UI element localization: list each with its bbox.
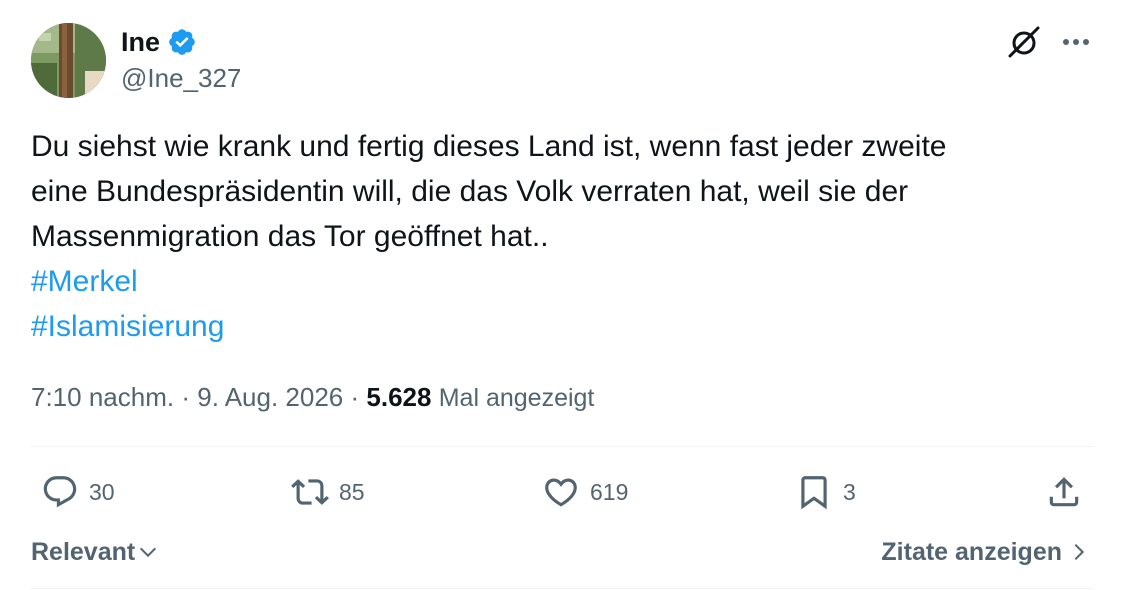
share-icon (1049, 477, 1079, 507)
meta-separator: · (181, 382, 190, 412)
views-count: 5.628 (366, 382, 432, 412)
view-quotes-link[interactable]: Zitate anzeigen (881, 534, 1090, 570)
bookmark-count: 3 (843, 479, 856, 505)
sort-dropdown[interactable]: Relevant (31, 534, 159, 570)
divider (31, 446, 1093, 447)
tweet-text-line: eine Bundespräsidentin will, die das Vol… (31, 175, 909, 208)
repost-button[interactable]: 85 (291, 472, 365, 512)
verified-badge-icon (167, 27, 197, 57)
repost-icon (291, 479, 329, 505)
hashtag-link-merkel[interactable]: #Merkel (31, 265, 138, 298)
sort-label: Relevant (31, 538, 136, 566)
tweet-date[interactable]: 9. Aug. 2026 (197, 382, 343, 412)
views-label: Mal angezeigt (438, 384, 595, 412)
hashtag-link-islamisierung[interactable]: #Islamisierung (31, 310, 224, 343)
tweet-meta: 7:10 nachm. · 9. Aug. 2026 · 5.628 Mal a… (31, 379, 594, 416)
bookmark-button[interactable]: 3 (795, 472, 856, 512)
heart-icon (545, 478, 577, 507)
avatar-image (31, 23, 106, 98)
avatar[interactable] (31, 23, 106, 98)
reply-icon (43, 476, 77, 508)
more-options-icon[interactable] (1058, 24, 1094, 60)
author-name-row: Ine (121, 24, 197, 60)
grok-icon[interactable] (1005, 23, 1043, 61)
bookmark-icon (801, 476, 827, 510)
chevron-down-icon (140, 547, 157, 558)
view-quotes-label: Zitate anzeigen (881, 538, 1062, 566)
share-button[interactable] (1045, 472, 1083, 512)
divider (31, 588, 1093, 589)
tweet-text: Du siehst wie krank und fertig dieses La… (31, 124, 1091, 349)
like-count: 619 (590, 479, 629, 505)
reply-button[interactable]: 30 (41, 472, 115, 512)
tweet-text-line: Massenmigration das Tor geöffnet hat.. (31, 220, 549, 253)
tweet-time[interactable]: 7:10 nachm. (31, 382, 174, 412)
reply-count: 30 (89, 479, 115, 505)
chevron-right-icon (1074, 543, 1085, 561)
author-handle[interactable]: @Ine_327 (121, 61, 241, 95)
repost-count: 85 (339, 479, 365, 505)
meta-separator: · (350, 382, 360, 412)
tweet-text-line: Du siehst wie krank und fertig dieses La… (31, 130, 947, 163)
like-button[interactable]: 619 (542, 472, 628, 512)
author-display-name[interactable]: Ine (121, 24, 160, 60)
